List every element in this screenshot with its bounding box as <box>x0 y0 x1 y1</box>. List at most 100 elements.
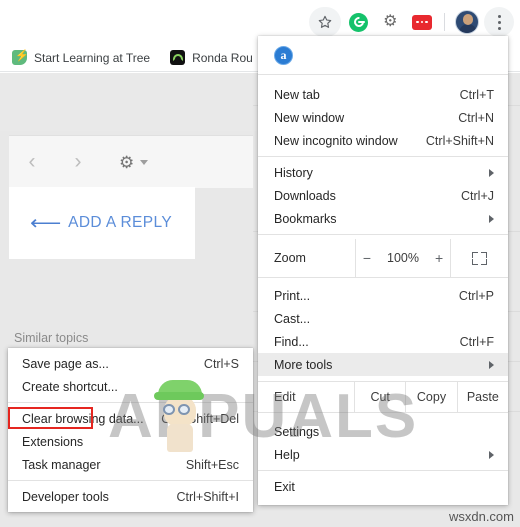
grammarly-extension-icon[interactable] <box>343 7 373 37</box>
menu-item-accel: Ctrl+N <box>458 110 494 125</box>
menu-item-label: Help <box>274 447 300 462</box>
zoom-controls: − 100% + <box>355 239 451 277</box>
menu-divider <box>258 156 508 157</box>
submenu-item-accel: Ctrl+Shift+Del <box>161 411 239 426</box>
menu-item-exit[interactable]: Exit <box>258 475 508 498</box>
submenu-item-label: Save page as... <box>22 356 109 371</box>
fullscreen-icon <box>472 251 487 265</box>
submenu-divider <box>8 402 253 403</box>
menu-item-accel: Ctrl+Shift+N <box>425 133 494 148</box>
toolbar-divider <box>444 13 445 31</box>
thread-settings-button[interactable]: ⚙ <box>119 152 149 172</box>
menu-item-cast[interactable]: Cast... <box>258 307 508 330</box>
chevron-right-icon <box>489 450 494 459</box>
edit-label: Edit <box>274 390 296 404</box>
reply-arrow-icon: ⟵ <box>29 212 62 234</box>
submenu-item-task-manager[interactable]: Task manager Shift+Esc <box>8 453 253 476</box>
chevron-right-icon <box>489 360 494 369</box>
submenu-item-clear-browsing-data[interactable]: Clear browsing data... Ctrl+Shift+Del <box>8 407 253 430</box>
bookmark-item[interactable]: Start Learning at Tree <box>12 49 151 65</box>
browser-window: ‹ › ⚙ ⟵ ADD A REPLY Similar topics ⚙ ⚡ S… <box>0 0 520 527</box>
submenu-item-accel: Shift+Esc <box>185 457 239 472</box>
menu-item-label: Cast... <box>274 311 311 326</box>
edit-row: Edit Cut Copy Paste <box>258 382 508 412</box>
zoom-in-button[interactable]: + <box>435 250 443 266</box>
zoom-label: Zoom <box>274 251 306 265</box>
menu-item-label: Bookmarks <box>274 211 337 226</box>
red-extension-icon[interactable] <box>407 7 437 37</box>
bookmark-star-icon[interactable] <box>309 7 341 37</box>
cut-button[interactable]: Cut <box>354 382 405 412</box>
bookmark-label: Start Learning at Tree <box>34 50 151 65</box>
menu-item-find[interactable]: Find... Ctrl+F <box>258 330 508 353</box>
fullscreen-button[interactable] <box>451 239 508 277</box>
ronda-bookmark-icon <box>170 50 186 65</box>
menu-item-downloads[interactable]: Downloads Ctrl+J <box>258 184 508 207</box>
toolbar-icon-group: ⚙ <box>309 6 514 38</box>
chrome-main-menu: a New tab Ctrl+T New window Ctrl+N New i… <box>258 36 508 505</box>
submenu-item-label: Extensions <box>22 434 84 449</box>
menu-item-label: Find... <box>274 334 309 349</box>
chevron-right-icon <box>489 168 494 177</box>
menu-divider <box>258 470 508 471</box>
avatar[interactable] <box>452 7 482 37</box>
chevron-right-icon <box>489 214 494 223</box>
zoom-row: Zoom − 100% + <box>258 239 508 277</box>
zoom-out-button[interactable]: − <box>363 250 371 266</box>
menu-item-new-incognito-window[interactable]: New incognito window Ctrl+Shift+N <box>258 129 508 152</box>
submenu-item-create-shortcut[interactable]: Create shortcut... <box>8 375 253 398</box>
paste-button[interactable]: Paste <box>456 382 508 412</box>
menu-item-accel: Ctrl+F <box>459 334 494 349</box>
submenu-item-developer-tools[interactable]: Developer tools Ctrl+Shift+I <box>8 485 253 508</box>
submenu-item-label: Create shortcut... <box>22 379 118 394</box>
prev-page-button[interactable]: ‹ <box>9 150 55 174</box>
source-watermark: wsxdn.com <box>448 509 514 524</box>
menu-item-label: History <box>274 165 313 180</box>
menu-item-bookmarks[interactable]: Bookmarks <box>258 207 508 230</box>
menu-item-label: New window <box>274 110 345 125</box>
next-page-button[interactable]: › <box>55 150 101 174</box>
three-dot-menu-icon[interactable] <box>484 7 514 37</box>
gear-icon: ⚙ <box>119 152 135 172</box>
menu-item-print[interactable]: Print... Ctrl+P <box>258 284 508 307</box>
similar-topics-heading: Similar topics <box>14 331 89 345</box>
treehouse-bookmark-icon <box>12 49 29 65</box>
menu-item-accel: Ctrl+T <box>459 87 494 102</box>
menu-item-accel: Ctrl+J <box>461 188 494 203</box>
menu-item-new-window[interactable]: New window Ctrl+N <box>258 106 508 129</box>
zoom-level-value: 100% <box>387 251 419 265</box>
menu-item-label: New tab <box>274 87 320 102</box>
submenu-divider <box>8 480 253 481</box>
menu-item-history[interactable]: History <box>258 161 508 184</box>
thread-nav-strip: ‹ › ⚙ <box>9 135 253 188</box>
menu-item-help[interactable]: Help <box>258 443 508 466</box>
submenu-item-extensions[interactable]: Extensions <box>8 430 253 453</box>
menu-item-settings[interactable]: Settings <box>258 420 508 443</box>
submenu-item-label: Clear browsing data... <box>22 411 144 426</box>
submenu-item-save-page-as[interactable]: Save page as... Ctrl+S <box>8 352 253 375</box>
bookmark-item[interactable]: Ronda Rou <box>170 50 253 65</box>
menu-divider <box>258 234 508 235</box>
menu-item-label: Settings <box>274 424 320 439</box>
menu-item-label: Exit <box>274 479 295 494</box>
submenu-item-label: Task manager <box>22 457 101 472</box>
submenu-item-accel: Ctrl+S <box>203 356 239 371</box>
copy-button[interactable]: Copy <box>405 382 456 412</box>
submenu-item-label: Developer tools <box>22 489 109 504</box>
menu-item-label: Print... <box>274 288 311 303</box>
menu-item-new-tab[interactable]: New tab Ctrl+T <box>258 83 508 106</box>
gear-extension-icon[interactable]: ⚙ <box>375 7 405 37</box>
menu-item-label: Downloads <box>274 188 336 203</box>
more-tools-submenu: Save page as... Ctrl+S Create shortcut..… <box>8 348 253 512</box>
menu-item-more-tools[interactable]: More tools <box>258 353 508 376</box>
account-row[interactable]: a <box>258 36 508 74</box>
submenu-item-accel: Ctrl+Shift+I <box>176 489 239 504</box>
page-top-area <box>0 73 260 131</box>
menu-item-accel: Ctrl+P <box>458 288 494 303</box>
menu-item-label: New incognito window <box>274 133 398 148</box>
account-avatar-icon: a <box>274 45 293 65</box>
menu-item-label: More tools <box>274 357 333 372</box>
bookmark-label: Ronda Rou <box>192 50 253 65</box>
add-reply-label: ADD A REPLY <box>68 214 173 231</box>
add-reply-button[interactable]: ⟵ ADD A REPLY <box>9 187 195 259</box>
